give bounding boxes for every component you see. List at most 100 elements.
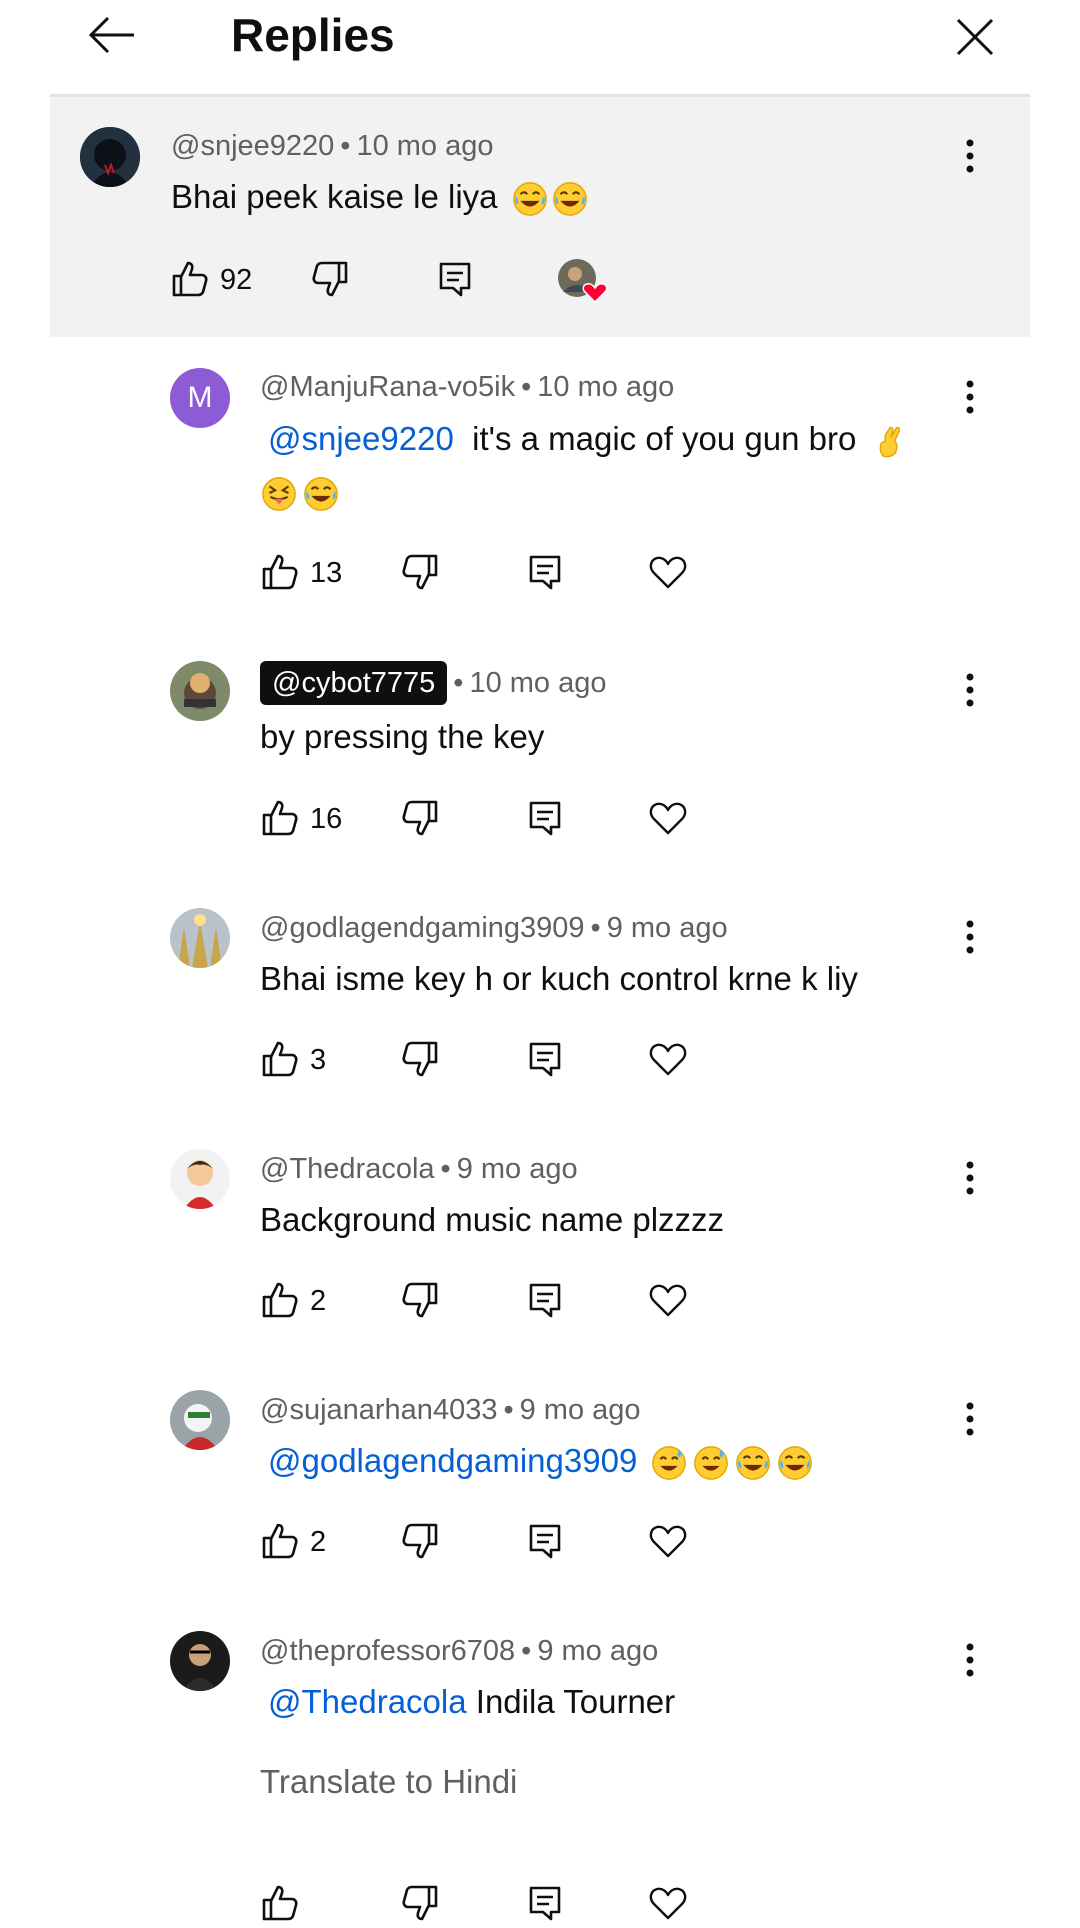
comment-meta: @snjee9220 • 10 mo ago <box>171 130 494 162</box>
reply-author[interactable]: @ManjuRana-vo5ik <box>260 371 515 403</box>
avatar-letter: M <box>187 381 213 414</box>
heart-button[interactable] <box>643 1275 693 1325</box>
like-count: 92 <box>220 264 253 296</box>
comment-author[interactable]: @snjee9220 <box>171 130 334 162</box>
back-arrow-icon <box>88 16 134 54</box>
reply-author[interactable]: @Thedracola <box>260 1153 435 1185</box>
dislike-button[interactable] <box>305 254 355 304</box>
reply-meta: @godlagendgaming3909 • 9 mo ago <box>260 912 728 944</box>
dislike-button[interactable] <box>395 793 445 843</box>
dislike-button[interactable] <box>395 1516 445 1566</box>
reply-icon <box>525 798 565 838</box>
like-button[interactable] <box>255 1034 305 1084</box>
heart-button[interactable] <box>643 793 693 843</box>
reply-button[interactable] <box>520 1275 570 1325</box>
more-options-button[interactable] <box>965 1158 977 1198</box>
reply-button[interactable] <box>520 1878 570 1928</box>
reply-button[interactable] <box>520 793 570 843</box>
reply-button[interactable] <box>520 1516 570 1566</box>
heart-icon <box>648 1521 688 1561</box>
heart-button[interactable] <box>643 547 693 597</box>
reply-author[interactable]: @sujanarhan4033 <box>260 1394 497 1426</box>
like-icon <box>260 1039 300 1079</box>
more-vert-icon <box>965 1640 975 1680</box>
like-button[interactable] <box>165 254 215 304</box>
reply-author[interactable]: @godlagendgaming3909 <box>260 912 585 944</box>
like-count: 16 <box>310 803 343 835</box>
avatar-image <box>170 908 230 968</box>
more-options-button[interactable] <box>965 377 977 417</box>
more-options-button[interactable] <box>965 670 977 710</box>
reply-author[interactable]: @theprofessor6708 <box>260 1635 515 1667</box>
reply-body: it's a magic of you gun bro <box>472 420 857 457</box>
like-icon <box>260 1883 300 1923</box>
more-options-button[interactable] <box>965 1640 977 1680</box>
avatar[interactable]: M <box>170 368 230 428</box>
reply-age: 10 mo ago <box>537 371 675 403</box>
reply-button[interactable] <box>520 1034 570 1084</box>
reply-icon <box>435 259 475 299</box>
translate-link[interactable]: Translate to Hindi <box>260 1763 517 1801</box>
like-icon <box>170 259 210 299</box>
mention-link[interactable]: @snjee9220 <box>268 420 454 457</box>
heart-icon <box>648 1280 688 1320</box>
reply-body: Indila Tourner <box>475 1683 676 1720</box>
avatar[interactable] <box>170 661 230 721</box>
avatar-image <box>170 1149 230 1209</box>
dislike-icon <box>400 1039 440 1079</box>
dislike-button[interactable] <box>395 547 445 597</box>
mention-link[interactable]: @Thedracola <box>268 1683 467 1720</box>
reply-button[interactable] <box>520 547 570 597</box>
more-options-button[interactable] <box>965 917 977 957</box>
creator-heart-badge <box>557 258 609 304</box>
reply-meta: @cybot7775 • 10 mo ago <box>260 661 606 705</box>
dislike-icon <box>400 1280 440 1320</box>
more-vert-icon <box>965 1158 975 1198</box>
reply-text: @Thedracola Indila Tourner <box>262 1676 675 1728</box>
reply-icon <box>525 1280 565 1320</box>
heart-button[interactable] <box>643 1516 693 1566</box>
like-button[interactable] <box>255 1878 305 1928</box>
like-count: 3 <box>310 1044 327 1076</box>
avatar-image <box>170 1631 230 1691</box>
dislike-button[interactable] <box>395 1878 445 1928</box>
comment-body: Bhai peek kaise le liya <box>171 178 498 215</box>
like-count: 13 <box>310 557 343 589</box>
heart-button[interactable] <box>643 1034 693 1084</box>
like-icon <box>260 552 300 592</box>
mention-link[interactable]: @godlagendgaming3909 <box>268 1442 637 1479</box>
tongue-emoji-icon <box>260 475 298 513</box>
creator-avatar-heart-icon <box>558 259 608 304</box>
back-button[interactable] <box>84 10 140 60</box>
reply-text: by pressing the key <box>260 718 545 755</box>
laughing-emoji-icon <box>511 180 549 218</box>
more-options-button[interactable] <box>965 136 977 176</box>
reply-icon <box>525 1521 565 1561</box>
avatar[interactable] <box>170 908 230 968</box>
like-button[interactable] <box>255 1275 305 1325</box>
laughing-emoji-icon <box>776 1444 814 1482</box>
dislike-icon <box>310 259 350 299</box>
like-button[interactable] <box>255 793 305 843</box>
laughing-emoji-icon <box>734 1444 772 1482</box>
reply-icon <box>525 552 565 592</box>
avatar-image <box>170 661 230 721</box>
avatar[interactable] <box>80 127 140 187</box>
like-count: 2 <box>310 1285 327 1317</box>
more-options-button[interactable] <box>965 1399 977 1439</box>
heart-icon <box>648 552 688 592</box>
like-button[interactable] <box>255 1516 305 1566</box>
dislike-button[interactable] <box>395 1275 445 1325</box>
avatar[interactable] <box>170 1149 230 1209</box>
dislike-button[interactable] <box>395 1034 445 1084</box>
reply-icon <box>525 1039 565 1079</box>
reply-author-chip[interactable]: @cybot7775 <box>260 661 448 705</box>
avatar[interactable] <box>170 1631 230 1691</box>
heart-button[interactable] <box>643 1878 693 1928</box>
dislike-icon <box>400 1883 440 1923</box>
close-button[interactable] <box>950 12 1000 62</box>
reply-text: Background music name plzzzz <box>260 1201 725 1238</box>
avatar[interactable] <box>170 1390 230 1450</box>
like-button[interactable] <box>255 547 305 597</box>
reply-button[interactable] <box>430 254 480 304</box>
